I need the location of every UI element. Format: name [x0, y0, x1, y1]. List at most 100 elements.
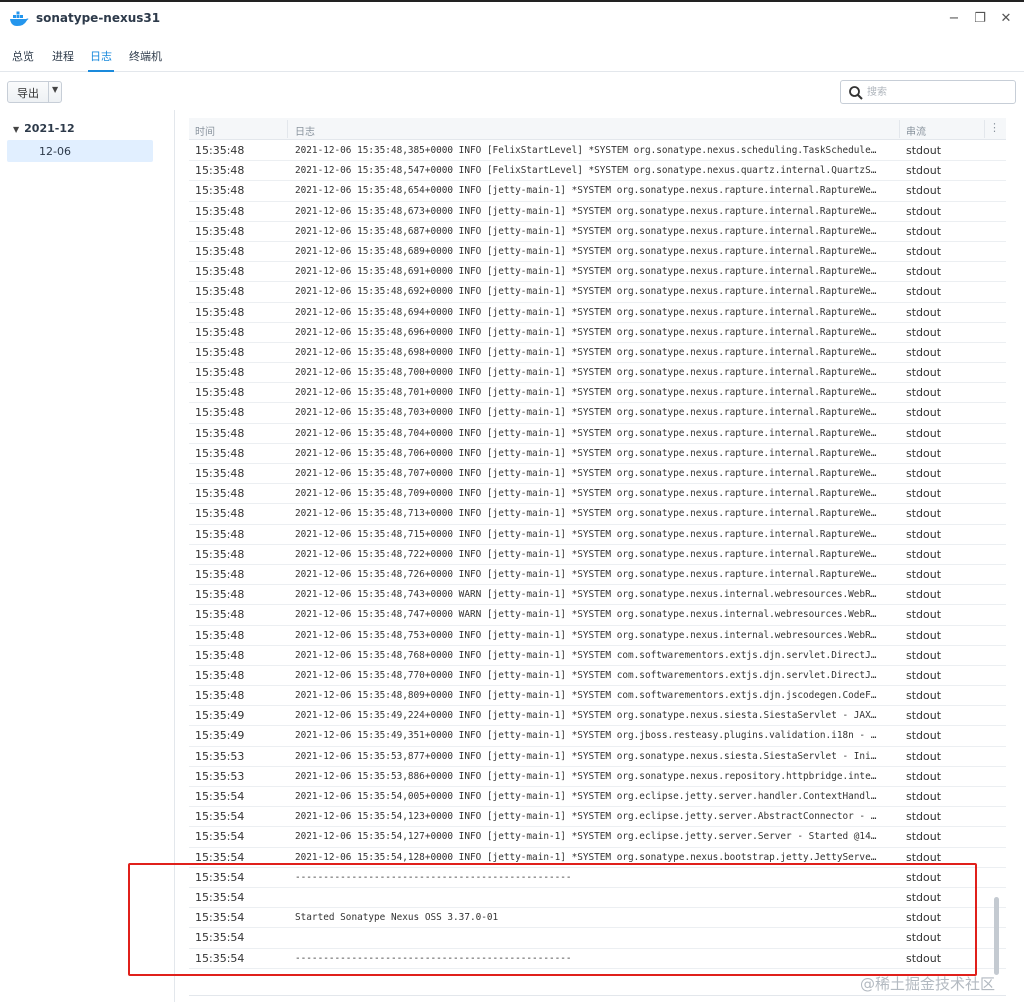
search-input[interactable]: [867, 84, 1007, 100]
cell-stream: stdout: [906, 325, 942, 339]
cell-stream: stdout: [906, 366, 942, 380]
cell-log: 2021-12-06 15:35:48,687+0000 INFO [jetty…: [295, 225, 877, 237]
cell-log: 2021-12-06 15:35:54,127+0000 INFO [jetty…: [295, 831, 877, 843]
table-row[interactable]: 15:35:48 2021-12-06 15:35:48,747+0000 WAR…: [189, 605, 1006, 626]
cell-log: 2021-12-06 15:35:48,385+0000 INFO [Felix…: [295, 145, 877, 156]
cell-time: 15:35:48: [195, 648, 245, 662]
cell-log: 2021-12-06 15:35:48,747+0000 WARN [jetty…: [295, 609, 877, 621]
restore-button[interactable]: ❐: [970, 9, 990, 29]
table-row[interactable]: 15:35:48 2021-12-06 15:35:48,673+0000 INF…: [189, 202, 1006, 222]
cell-stream: stdout: [906, 426, 942, 440]
table-row[interactable]: 15:35:48 2021-12-06 15:35:48,694+0000 INF…: [189, 303, 1006, 323]
tree-node-day-selected[interactable]: 12-06: [7, 140, 153, 162]
cell-log: 2021-12-06 15:35:48,713+0000 INFO [jetty…: [295, 508, 877, 520]
table-row[interactable]: 15:35:48 2021-12-06 15:35:48,713+0000 INF…: [189, 504, 1006, 525]
column-header-log[interactable]: 日志: [295, 123, 315, 138]
cell-stream: stdout: [906, 406, 942, 420]
tab-processes[interactable]: 进程: [52, 48, 74, 64]
table-row[interactable]: 15:35:54 2021-12-06 15:35:54,123+0000 INF…: [189, 807, 1006, 828]
export-button-label: 导出: [17, 87, 39, 100]
table-row[interactable]: 15:35:48 2021-12-06 15:35:48,809+0000 INF…: [189, 686, 1006, 707]
cell-log: 2021-12-06 15:35:48,726+0000 INFO [jetty…: [295, 568, 877, 580]
table-row[interactable]: 15:35:49 2021-12-06 15:35:49,351+0000 INF…: [189, 726, 1006, 747]
scrollbar-thumb[interactable]: [994, 897, 999, 975]
cell-time: 15:35:48: [195, 588, 245, 602]
cell-log: 2021-12-06 15:35:48,715+0000 INFO [jetty…: [295, 528, 877, 540]
column-divider[interactable]: [899, 120, 900, 138]
column-menu-icon[interactable]: ⋮: [989, 121, 1000, 134]
table-row[interactable]: 15:35:54 2021-12-06 15:35:54,127+0000 INF…: [189, 827, 1006, 848]
table-row[interactable]: 15:35:48 2021-12-06 15:35:48,715+0000 INF…: [189, 525, 1006, 545]
table-row[interactable]: 15:35:48 2021-12-06 15:35:48,770+0000 INF…: [189, 666, 1006, 687]
table-row[interactable]: 15:35:53 2021-12-06 15:35:53,877+0000 INF…: [189, 747, 1006, 767]
tab-terminal[interactable]: 终端机: [129, 48, 162, 64]
cell-stream: stdout: [906, 446, 942, 460]
table-row[interactable]: 15:35:48 2021-12-06 15:35:48,654+0000 INF…: [189, 181, 1006, 202]
column-divider[interactable]: [287, 120, 288, 138]
table-row[interactable]: 15:35:48 2021-12-06 15:35:48,707+0000 INF…: [189, 464, 1006, 485]
cell-log: 2021-12-06 15:35:48,770+0000 INFO [jetty…: [295, 669, 877, 681]
watermark-text: @稀土掘金技术社区: [860, 975, 996, 993]
cell-log: 2021-12-06 15:35:48,696+0000 INFO [jetty…: [295, 326, 877, 338]
cell-time: 15:35:48: [195, 184, 245, 198]
table-row[interactable]: 15:35:48 2021-12-06 15:35:48,768+0000 INF…: [189, 646, 1006, 666]
cell-stream: stdout: [906, 507, 942, 521]
table-row[interactable]: 15:35:48 2021-12-06 15:35:48,691+0000 INF…: [189, 262, 1006, 283]
cell-time: 15:35:48: [195, 487, 245, 501]
table-row[interactable]: 15:35:48 2021-12-06 15:35:48,692+0000 INF…: [189, 282, 1006, 303]
vertical-scrollbar[interactable]: [991, 140, 1001, 990]
table-row[interactable]: 15:35:48 2021-12-06 15:35:48,547+0000 INF…: [189, 161, 1006, 182]
cell-time: 15:35:48: [195, 426, 245, 440]
column-divider[interactable]: [984, 120, 985, 138]
column-header-time[interactable]: 时间: [195, 123, 215, 138]
table-row[interactable]: 15:35:48 2021-12-06 15:35:48,689+0000 INF…: [189, 242, 1006, 263]
table-row[interactable]: 15:35:48 2021-12-06 15:35:48,726+0000 INF…: [189, 565, 1006, 586]
cell-log: 2021-12-06 15:35:48,692+0000 INFO [jetty…: [295, 286, 877, 298]
cell-stream: stdout: [906, 265, 942, 279]
cell-stream: stdout: [906, 608, 942, 622]
tab-overview[interactable]: 总览: [12, 48, 34, 64]
table-row[interactable]: 15:35:48 2021-12-06 15:35:48,698+0000 INF…: [189, 343, 1006, 364]
table-row[interactable]: 15:35:49 2021-12-06 15:35:49,224+0000 INF…: [189, 706, 1006, 727]
column-header-stream[interactable]: 串流: [906, 123, 926, 138]
cell-time: 15:35:48: [195, 224, 245, 238]
chevron-down-icon[interactable]: ▼: [52, 85, 58, 94]
cell-log: 2021-12-06 15:35:48,709+0000 INFO [jetty…: [295, 488, 877, 500]
cell-stream: stdout: [906, 810, 942, 824]
table-row[interactable]: 15:35:48 2021-12-06 15:35:48,709+0000 INF…: [189, 484, 1006, 505]
cell-time: 15:35:48: [195, 668, 245, 682]
cell-time: 15:35:48: [195, 345, 245, 359]
cell-log: 2021-12-06 15:35:48,691+0000 INFO [jetty…: [295, 266, 877, 278]
table-row[interactable]: 15:35:53 2021-12-06 15:35:53,886+0000 INF…: [189, 767, 1006, 787]
table-row[interactable]: 15:35:48 2021-12-06 15:35:48,743+0000 WAR…: [189, 585, 1006, 606]
cell-stream: stdout: [906, 386, 942, 400]
minimize-button[interactable]: −: [944, 9, 964, 29]
table-row[interactable]: 15:35:48 2021-12-06 15:35:48,706+0000 INF…: [189, 444, 1006, 464]
cell-time: 15:35:48: [195, 386, 245, 400]
cell-time: 15:35:48: [195, 608, 245, 622]
table-row[interactable]: 15:35:48 2021-12-06 15:35:48,687+0000 INF…: [189, 222, 1006, 242]
cell-time: 15:35:48: [195, 285, 245, 299]
table-row[interactable]: 15:35:48 2021-12-06 15:35:48,703+0000 INF…: [189, 403, 1006, 424]
cell-time: 15:35:48: [195, 305, 245, 319]
cell-log: 2021-12-06 15:35:48,700+0000 INFO [jetty…: [295, 367, 877, 379]
close-button[interactable]: ✕: [996, 9, 1016, 29]
cell-log: 2021-12-06 15:35:48,707+0000 INFO [jetty…: [295, 468, 877, 479]
tree-node-year[interactable]: ▼ 2021-12: [13, 122, 75, 135]
export-button[interactable]: 导出 ▼: [7, 81, 62, 103]
table-row[interactable]: 15:35:48 2021-12-06 15:35:48,753+0000 INF…: [189, 626, 1006, 646]
cell-stream: stdout: [906, 527, 942, 541]
table-row[interactable]: 15:35:48 2021-12-06 15:35:48,385+0000 INF…: [189, 141, 1006, 162]
table-row[interactable]: 15:35:48 2021-12-06 15:35:48,722+0000 INF…: [189, 545, 1006, 565]
cell-log: 2021-12-06 15:35:48,768+0000 INFO [jetty…: [295, 649, 877, 661]
tree-year-label: 2021-12: [24, 122, 75, 135]
table-row[interactable]: 15:35:48 2021-12-06 15:35:48,700+0000 INF…: [189, 363, 1006, 384]
caret-down-icon[interactable]: ▼: [13, 125, 19, 134]
search-box[interactable]: [840, 80, 1016, 104]
cell-log: 2021-12-06 15:35:48,654+0000 INFO [jetty…: [295, 185, 877, 197]
table-row[interactable]: 15:35:48 2021-12-06 15:35:48,696+0000 INF…: [189, 323, 1006, 343]
table-row[interactable]: 15:35:48 2021-12-06 15:35:48,701+0000 INF…: [189, 383, 1006, 404]
tab-logs[interactable]: 日志: [90, 48, 112, 64]
table-row[interactable]: 15:35:54 2021-12-06 15:35:54,005+0000 INF…: [189, 787, 1006, 808]
table-row[interactable]: 15:35:48 2021-12-06 15:35:48,704+0000 INF…: [189, 424, 1006, 444]
